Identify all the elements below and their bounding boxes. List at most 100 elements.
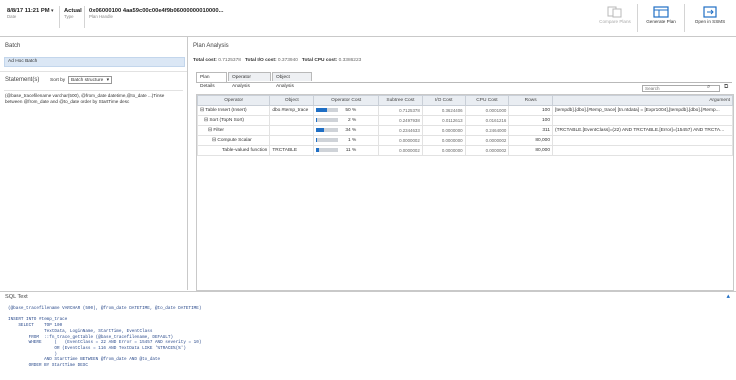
subtree-cost-cell: 0.0000002: [378, 135, 423, 146]
statements-title: Statement(s): [5, 77, 40, 83]
column-header-rows[interactable]: Rows: [508, 95, 554, 106]
cpu-cost-cell: 0.0000002: [464, 135, 510, 146]
cost-percent: 11 %: [345, 147, 357, 153]
operator-cell: Table-valued function: [197, 145, 271, 156]
open-in-ssms-button[interactable]: Open in SSMS: [688, 6, 732, 25]
total-cpu-value: 0.3386223: [338, 58, 362, 63]
operator-cost-cell: 34 %: [313, 125, 380, 136]
io-cost-cell: 0.0000000: [421, 135, 466, 146]
sort-by-dropdown[interactable]: Batch structure ▾: [68, 76, 112, 84]
subtree-cost-cell: 0.2344633: [378, 125, 423, 136]
argument-cell: [552, 115, 733, 126]
total-io-value: 0.373940: [277, 58, 298, 63]
plan-tabs: Plan Details Operator Analysis Object An…: [196, 72, 732, 89]
object-cell: dbo.#temp_trace: [269, 105, 315, 116]
cpu-cost-cell: 0.0161216: [464, 115, 510, 126]
total-cost-value: 0.7125378: [218, 58, 241, 63]
top-bar: 8/8/17 11:21 PM ▾ Date Actual Type 0x060…: [0, 0, 736, 37]
cost-bar-fill: [316, 108, 328, 113]
cost-percent: 50 %: [345, 107, 357, 113]
io-cost-cell: 0.3624406: [421, 105, 466, 116]
subtree-cost-cell: 0.0000002: [378, 145, 423, 156]
cost-bar: [316, 118, 339, 123]
table-row[interactable]: ⊟ Compute Scalar 1 % 0.0000002 0.0000000…: [197, 135, 733, 146]
cost-percent: 34 %: [345, 127, 357, 133]
divider: [0, 71, 187, 72]
column-header-operator[interactable]: Operator: [197, 95, 271, 106]
column-header-operator-cost[interactable]: Operator Cost: [313, 95, 380, 106]
type-field: Actual Type: [64, 8, 82, 19]
compare-icon: [607, 6, 622, 18]
total-cost-label: Total cost:: [193, 58, 217, 63]
export-icon[interactable]: ⧉: [724, 84, 728, 91]
grid-header-row: Operator Object Operator Cost Subtree Co…: [197, 95, 733, 106]
object-cell: TRCTABLE: [269, 145, 315, 156]
table-row[interactable]: ⊟ Sort (TopN Sort) 2 % 0.2497938 0.01126…: [197, 115, 733, 126]
cost-percent: 1 %: [348, 137, 357, 143]
date-dropdown[interactable]: 8/8/17 11:21 PM ▾ Date: [7, 8, 53, 19]
cpu-cost-cell: 0.0000002: [464, 145, 510, 156]
table-row[interactable]: ⊟ Filter 34 % 0.2344633 0.0000000 0.2464…: [197, 125, 733, 136]
divider: [637, 4, 638, 32]
sort-by-label: Sort by: [50, 78, 66, 83]
total-cost-summary: Total cost: 0.7125378 Total I/O cost: 0.…: [193, 58, 361, 63]
compare-plans-button[interactable]: Compare Plans: [597, 6, 633, 25]
divider: [684, 4, 685, 32]
chevron-down-icon: ▾: [50, 8, 54, 14]
cost-percent: 2 %: [348, 117, 357, 123]
plan-details-grid: Operator Object Operator Cost Subtree Co…: [196, 94, 734, 291]
column-header-argument[interactable]: Argument: [552, 95, 733, 106]
plan-handle-label: Plan Handle: [89, 14, 113, 19]
column-header-io-cost[interactable]: I/O Cost: [421, 95, 466, 106]
cpu-cost-cell: 0.2464000: [464, 125, 510, 136]
date-label: Date: [7, 14, 17, 19]
tab-object-analysis[interactable]: Object Analysis: [272, 72, 312, 89]
left-pane: Batch Ad Hoc Batch Statement(s) Sort by …: [0, 37, 188, 290]
search-icon[interactable]: ⌕: [707, 84, 710, 91]
io-cost-cell: 0.0112613: [421, 115, 466, 126]
generate-plan-icon: [653, 6, 669, 18]
column-header-subtree-cost[interactable]: Subtree Cost: [378, 95, 423, 106]
object-cell: [269, 135, 315, 146]
cost-bar: [316, 138, 339, 143]
generate-plan-label: Generate Plan: [646, 19, 676, 24]
compare-plans-label: Compare Plans: [599, 19, 631, 24]
column-header-cpu-cost[interactable]: CPU Cost: [464, 95, 510, 106]
tab-operator-analysis[interactable]: Operator Analysis: [228, 72, 271, 89]
rows-cell: 100: [508, 105, 554, 116]
total-io-label: Total I/O cost:: [244, 58, 277, 63]
subtree-cost-cell: 0.2497938: [378, 115, 423, 126]
cost-bar: [316, 148, 339, 153]
column-header-object[interactable]: Object: [269, 95, 315, 106]
collapse-icon[interactable]: ▴: [726, 292, 730, 300]
chevron-down-icon: ▾: [106, 78, 109, 83]
batch-item-label: Ad Hoc Batch: [8, 59, 38, 64]
object-cell: [269, 125, 315, 136]
generate-plan-button[interactable]: Generate Plan: [641, 6, 681, 25]
batch-title: Batch: [5, 43, 21, 49]
argument-cell: [552, 145, 733, 156]
operator-cost-cell: 11 %: [313, 145, 380, 156]
argument-cell: [552, 135, 733, 146]
table-row[interactable]: ⊟ Table Insert (Insert) dbo.#temp_trace …: [197, 105, 733, 116]
sql-text-code: (@base_tracefilename VARCHAR (500), @fro…: [8, 306, 202, 369]
operator-cell: ⊟ Table Insert (Insert): [197, 105, 271, 116]
cost-bar: [316, 108, 339, 113]
operator-cell: ⊟ Sort (TopN Sort): [197, 115, 271, 126]
operator-cost-cell: 1 %: [313, 135, 380, 146]
open-in-ssms-label: Open in SSMS: [694, 19, 726, 24]
statement-item[interactable]: (@base_tracefilename varchar(500), @from…: [5, 93, 181, 105]
cost-bar: [316, 128, 339, 133]
sql-text-title: SQL Text: [5, 294, 28, 300]
cost-bar-fill: [316, 148, 319, 153]
tab-plan-details[interactable]: Plan Details: [196, 72, 227, 89]
argument-cell: (TRCTABLE.[EventClass]=(22) AND TRCTABLE…: [552, 125, 733, 136]
total-cpu-label: Total CPU cost:: [301, 58, 338, 63]
cpu-cost-cell: 0.0001000: [464, 105, 510, 116]
batch-item[interactable]: Ad Hoc Batch: [4, 57, 185, 67]
table-row[interactable]: Table-valued function TRCTABLE 11 % 0.00…: [197, 145, 733, 156]
open-in-ssms-icon: [703, 6, 717, 18]
operator-cost-cell: 2 %: [313, 115, 380, 126]
io-cost-cell: 0.0000000: [421, 145, 466, 156]
operator-cell: ⊟ Filter: [197, 125, 271, 136]
